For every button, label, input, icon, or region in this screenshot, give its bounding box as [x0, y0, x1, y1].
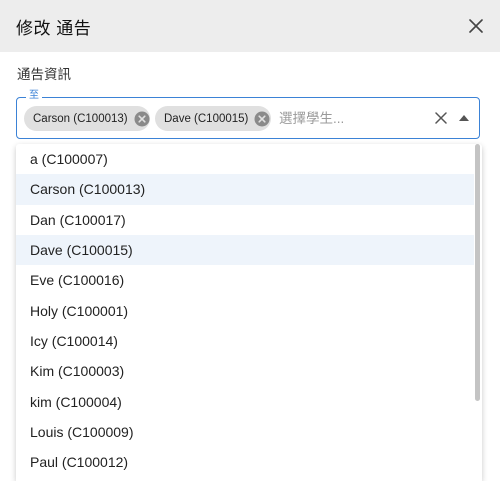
option-label: Dave (C100015)	[30, 242, 133, 259]
section-label: 通告資訊	[17, 67, 71, 82]
recipients-legend: 至	[26, 89, 42, 103]
recipient-chip[interactable]: Carson (C100013)	[24, 106, 150, 131]
list-item[interactable]: Carson (C100013)	[16, 174, 474, 205]
cancel-icon	[134, 111, 150, 126]
close-button[interactable]	[464, 14, 488, 38]
option-label: Kim (C100003)	[30, 363, 125, 380]
collapse-button[interactable]	[455, 109, 473, 127]
option-label: Icy (C100014)	[30, 332, 118, 349]
list-item[interactable]: kim (C100004)	[16, 386, 474, 416]
chip-delete-button[interactable]	[254, 110, 270, 127]
clear-button[interactable]	[432, 109, 450, 127]
close-icon	[469, 19, 483, 33]
option-label: kim (C100004)	[30, 393, 122, 410]
option-label: Paul (C100012)	[30, 454, 129, 471]
student-search-input[interactable]	[279, 107, 429, 129]
option-label: a (C100007)	[30, 151, 108, 168]
list-item[interactable]: Icy (C100014)	[16, 326, 474, 356]
dialog-title: 修改 通告	[16, 18, 92, 38]
list-item[interactable]: Eve (C100016)	[16, 265, 474, 295]
list-item[interactable]: Dave (C100015)	[16, 234, 474, 266]
list-item[interactable]: Louis (C100009)	[16, 417, 474, 447]
list-item[interactable]: Dan (C100017)	[16, 205, 474, 235]
student-options-list[interactable]: a (C100007) Carson (C100013) Dan (C10001…	[16, 144, 482, 481]
list-item[interactable]: a (C100007)	[16, 144, 474, 174]
recipient-chip[interactable]: Dave (C100015)	[155, 106, 271, 131]
option-label: Louis (C100009)	[30, 423, 134, 440]
scrollbar[interactable]	[475, 144, 480, 401]
arrow-up-icon	[459, 115, 469, 121]
recipients-autocomplete[interactable]: 至 Carson (C100013) Dave (C100015)	[16, 89, 480, 139]
option-label: Eve (C100016)	[30, 272, 125, 289]
option-label: Carson (C100013)	[30, 181, 146, 198]
chip-label: Carson (C100013)	[33, 112, 128, 125]
list-item[interactable]: Paul (C100012)	[16, 447, 474, 477]
clear-icon	[435, 112, 447, 124]
list-item[interactable]: Holy (C100001)	[16, 295, 474, 325]
option-label: Holy (C100001)	[30, 302, 129, 319]
cancel-icon	[254, 111, 270, 126]
option-label: Dan (C100017)	[30, 211, 126, 228]
chip-label: Dave (C100015)	[164, 112, 249, 125]
list-item[interactable]: Kim (C100003)	[16, 356, 474, 386]
dialog-header: 修改 通告	[0, 0, 500, 52]
chip-delete-button[interactable]	[134, 110, 150, 127]
